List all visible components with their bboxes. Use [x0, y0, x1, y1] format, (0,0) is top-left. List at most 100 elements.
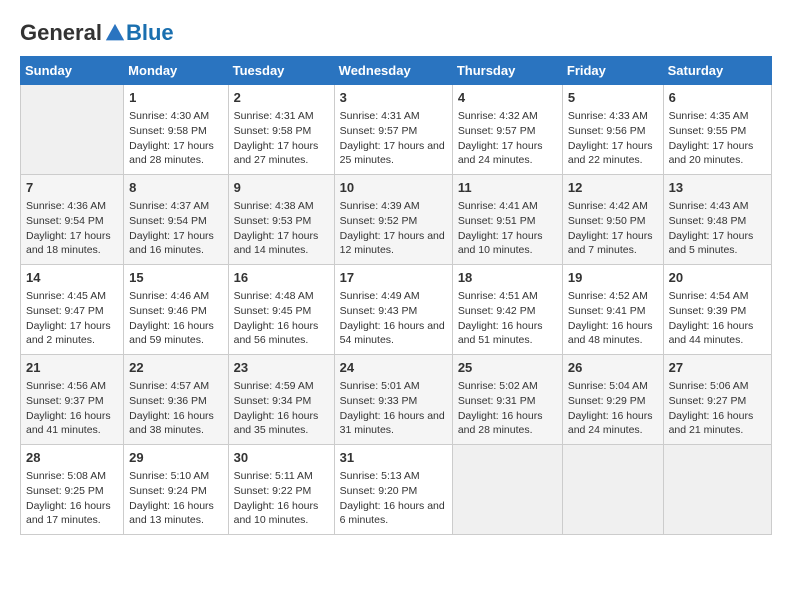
calendar-cell: 2Sunrise: 4:31 AM Sunset: 9:58 PM Daylig…: [228, 85, 334, 175]
calendar-cell: 17 Sunrise: 4:49 AM Sunset: 9:43 PM Dayli…: [334, 265, 452, 355]
day-number: 12: [568, 179, 658, 197]
calendar-cell: 20 Sunrise: 4:54 AM Sunset: 9:39 PM Dayli…: [663, 265, 771, 355]
day-number: 16: [234, 269, 329, 287]
day-info: Sunrise: 4:42 AM Sunset: 9:50 PM Dayligh…: [568, 199, 658, 258]
day-number: 29: [129, 449, 222, 467]
day-info: Sunrise: 4:51 AM Sunset: 9:42 PM Dayligh…: [458, 289, 557, 348]
weekday-header-monday: Monday: [124, 57, 228, 85]
day-info: Sunrise: 4:37 AM Sunset: 9:54 PM Dayligh…: [129, 199, 222, 258]
day-info: Sunrise: 5:13 AM Sunset: 9:20 PM Dayligh…: [340, 469, 447, 528]
day-number: 11: [458, 179, 557, 197]
day-number: 8: [129, 179, 222, 197]
day-info: Sunrise: 4:43 AM Sunset: 9:48 PM Dayligh…: [669, 199, 766, 258]
day-number: 9: [234, 179, 329, 197]
logo-icon: [104, 22, 126, 44]
calendar-cell: 3 Sunrise: 4:31 AM Sunset: 9:57 PM Daylig…: [334, 85, 452, 175]
day-number: 24: [340, 359, 447, 377]
day-info: Sunrise: 5:11 AM Sunset: 9:22 PM Dayligh…: [234, 469, 329, 528]
calendar-cell: 14 Sunrise: 4:45 AM Sunset: 9:47 PM Dayli…: [21, 265, 124, 355]
day-number: 28: [26, 449, 118, 467]
day-info: Sunrise: 4:36 AM Sunset: 9:54 PM Dayligh…: [26, 199, 118, 258]
calendar-table: SundayMondayTuesdayWednesdayThursdayFrid…: [20, 56, 772, 535]
weekday-header-wednesday: Wednesday: [334, 57, 452, 85]
weekday-header-tuesday: Tuesday: [228, 57, 334, 85]
calendar-cell: [21, 85, 124, 175]
day-info: Sunrise: 4:59 AM Sunset: 9:34 PM Dayligh…: [234, 379, 329, 438]
calendar-cell: 13 Sunrise: 4:43 AM Sunset: 9:48 PM Dayli…: [663, 175, 771, 265]
calendar-cell: [663, 445, 771, 535]
calendar-cell: 11 Sunrise: 4:41 AM Sunset: 9:51 PM Dayli…: [452, 175, 562, 265]
calendar-cell: 26Sunrise: 5:04 AM Sunset: 9:29 PM Dayli…: [562, 355, 663, 445]
day-number: 7: [26, 179, 118, 197]
day-info: Sunrise: 4:41 AM Sunset: 9:51 PM Dayligh…: [458, 199, 557, 258]
calendar-cell: 5 Sunrise: 4:33 AM Sunset: 9:56 PM Daylig…: [562, 85, 663, 175]
calendar-cell: 23Sunrise: 4:59 AM Sunset: 9:34 PM Dayli…: [228, 355, 334, 445]
day-number: 20: [669, 269, 766, 287]
day-info: Sunrise: 5:06 AM Sunset: 9:27 PM Dayligh…: [669, 379, 766, 438]
page-header: General Blue: [20, 20, 772, 46]
calendar-cell: 21 Sunrise: 4:56 AM Sunset: 9:37 PM Dayli…: [21, 355, 124, 445]
logo-blue: Blue: [126, 20, 174, 46]
day-info: Sunrise: 4:33 AM Sunset: 9:56 PM Dayligh…: [568, 109, 658, 168]
day-number: 3: [340, 89, 447, 107]
day-number: 13: [669, 179, 766, 197]
day-number: 30: [234, 449, 329, 467]
day-number: 22: [129, 359, 222, 377]
calendar-cell: 30 Sunrise: 5:11 AM Sunset: 9:22 PM Dayli…: [228, 445, 334, 535]
day-info: Sunrise: 4:31 AM Sunset: 9:58 PM Dayligh…: [234, 109, 329, 168]
calendar-cell: 22 Sunrise: 4:57 AM Sunset: 9:36 PM Dayli…: [124, 355, 228, 445]
day-number: 17: [340, 269, 447, 287]
day-number: 14: [26, 269, 118, 287]
day-info: Sunrise: 4:56 AM Sunset: 9:37 PM Dayligh…: [26, 379, 118, 438]
calendar-cell: 1Sunrise: 4:30 AM Sunset: 9:58 PM Daylig…: [124, 85, 228, 175]
calendar-cell: 15Sunrise: 4:46 AM Sunset: 9:46 PM Dayli…: [124, 265, 228, 355]
day-info: Sunrise: 4:39 AM Sunset: 9:52 PM Dayligh…: [340, 199, 447, 258]
day-number: 25: [458, 359, 557, 377]
weekday-header-saturday: Saturday: [663, 57, 771, 85]
day-info: Sunrise: 4:57 AM Sunset: 9:36 PM Dayligh…: [129, 379, 222, 438]
day-number: 21: [26, 359, 118, 377]
weekday-header-friday: Friday: [562, 57, 663, 85]
day-number: 5: [568, 89, 658, 107]
day-number: 27: [669, 359, 766, 377]
calendar-cell: 7 Sunrise: 4:36 AM Sunset: 9:54 PM Daylig…: [21, 175, 124, 265]
day-info: Sunrise: 4:54 AM Sunset: 9:39 PM Dayligh…: [669, 289, 766, 348]
day-info: Sunrise: 5:01 AM Sunset: 9:33 PM Dayligh…: [340, 379, 447, 438]
day-info: Sunrise: 4:35 AM Sunset: 9:55 PM Dayligh…: [669, 109, 766, 168]
calendar-cell: 6Sunrise: 4:35 AM Sunset: 9:55 PM Daylig…: [663, 85, 771, 175]
day-info: Sunrise: 4:45 AM Sunset: 9:47 PM Dayligh…: [26, 289, 118, 348]
calendar-cell: 12 Sunrise: 4:42 AM Sunset: 9:50 PM Dayli…: [562, 175, 663, 265]
calendar-cell: [452, 445, 562, 535]
day-info: Sunrise: 4:38 AM Sunset: 9:53 PM Dayligh…: [234, 199, 329, 258]
weekday-header-thursday: Thursday: [452, 57, 562, 85]
calendar-week-3: 14 Sunrise: 4:45 AM Sunset: 9:47 PM Dayli…: [21, 265, 772, 355]
day-info: Sunrise: 4:52 AM Sunset: 9:41 PM Dayligh…: [568, 289, 658, 348]
day-info: Sunrise: 5:04 AM Sunset: 9:29 PM Dayligh…: [568, 379, 658, 438]
calendar-cell: [562, 445, 663, 535]
calendar-cell: 25Sunrise: 5:02 AM Sunset: 9:31 PM Dayli…: [452, 355, 562, 445]
day-info: Sunrise: 4:30 AM Sunset: 9:58 PM Dayligh…: [129, 109, 222, 168]
weekday-header-row: SundayMondayTuesdayWednesdayThursdayFrid…: [21, 57, 772, 85]
calendar-week-5: 28 Sunrise: 5:08 AM Sunset: 9:25 PM Dayli…: [21, 445, 772, 535]
weekday-header-sunday: Sunday: [21, 57, 124, 85]
day-number: 19: [568, 269, 658, 287]
day-number: 15: [129, 269, 222, 287]
day-info: Sunrise: 4:48 AM Sunset: 9:45 PM Dayligh…: [234, 289, 329, 348]
day-info: Sunrise: 4:49 AM Sunset: 9:43 PM Dayligh…: [340, 289, 447, 348]
calendar-cell: 29Sunrise: 5:10 AM Sunset: 9:24 PM Dayli…: [124, 445, 228, 535]
calendar-cell: 27 Sunrise: 5:06 AM Sunset: 9:27 PM Dayli…: [663, 355, 771, 445]
calendar-cell: 28 Sunrise: 5:08 AM Sunset: 9:25 PM Dayli…: [21, 445, 124, 535]
day-number: 18: [458, 269, 557, 287]
calendar-cell: 24 Sunrise: 5:01 AM Sunset: 9:33 PM Dayli…: [334, 355, 452, 445]
day-info: Sunrise: 4:32 AM Sunset: 9:57 PM Dayligh…: [458, 109, 557, 168]
calendar-cell: 4 Sunrise: 4:32 AM Sunset: 9:57 PM Daylig…: [452, 85, 562, 175]
day-number: 4: [458, 89, 557, 107]
logo-general: General: [20, 20, 102, 46]
day-info: Sunrise: 4:31 AM Sunset: 9:57 PM Dayligh…: [340, 109, 447, 168]
calendar-cell: 31Sunrise: 5:13 AM Sunset: 9:20 PM Dayli…: [334, 445, 452, 535]
logo: General Blue: [20, 20, 174, 46]
calendar-cell: 8 Sunrise: 4:37 AM Sunset: 9:54 PM Daylig…: [124, 175, 228, 265]
day-info: Sunrise: 5:08 AM Sunset: 9:25 PM Dayligh…: [26, 469, 118, 528]
calendar-week-1: 1Sunrise: 4:30 AM Sunset: 9:58 PM Daylig…: [21, 85, 772, 175]
calendar-week-2: 7 Sunrise: 4:36 AM Sunset: 9:54 PM Daylig…: [21, 175, 772, 265]
